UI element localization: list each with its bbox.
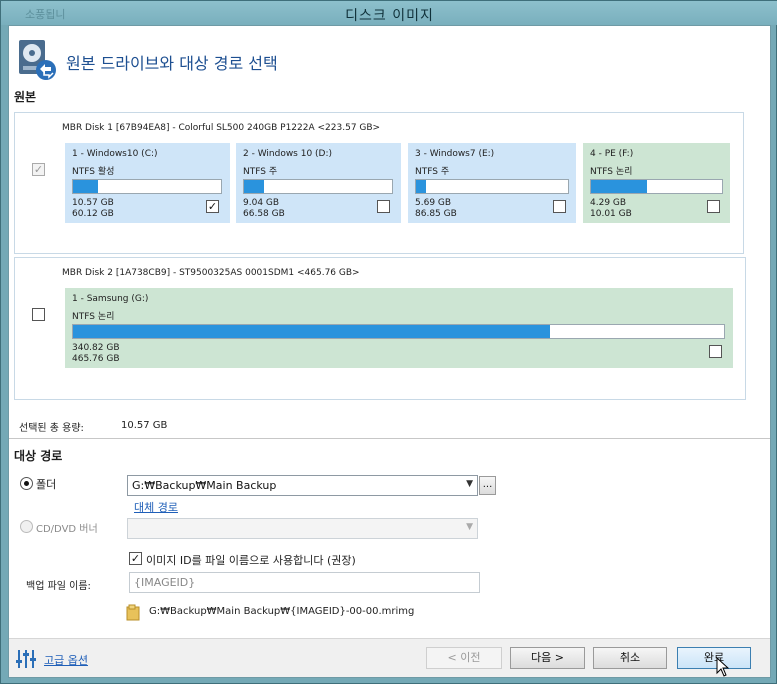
disk-title: MBR Disk 2 [1A738CB9] - ST9500325AS 0001… bbox=[62, 268, 360, 278]
browse-button[interactable]: ... bbox=[479, 476, 496, 495]
partition-name: 3 - Windows7 (E:) bbox=[415, 149, 495, 159]
partition-checkbox[interactable] bbox=[709, 345, 722, 358]
used-size: 5.69 GB bbox=[415, 198, 452, 208]
finish-button[interactable]: 완료 bbox=[677, 647, 751, 669]
used-size: 9.04 GB bbox=[243, 198, 280, 208]
section-divider bbox=[9, 438, 770, 439]
usage-bar-fill bbox=[591, 180, 648, 193]
partition-tile[interactable]: 3 - Windows7 (E:) NTFS 주 5.69 GB 86.85 G… bbox=[408, 143, 576, 223]
partition-tile[interactable]: 1 - Samsung (G:) NTFS 논리 340.82 GB 465.7… bbox=[65, 288, 733, 368]
partition-filesystem: NTFS 활성 bbox=[72, 167, 115, 177]
use-image-id-checkbox[interactable]: ✓ bbox=[129, 552, 142, 565]
usage-bar bbox=[590, 179, 723, 194]
disk-panel: MBR Disk 2 [1A738CB9] - ST9500325AS 0001… bbox=[14, 257, 746, 400]
cddvd-radio[interactable] bbox=[20, 520, 33, 533]
folder-radio-label: 폴더 bbox=[36, 478, 57, 491]
usage-bar-fill bbox=[73, 325, 550, 338]
partition-checkbox[interactable] bbox=[553, 200, 566, 213]
cursor-icon bbox=[716, 656, 730, 677]
partition-name: 4 - PE (F:) bbox=[590, 149, 634, 159]
cancel-button[interactable]: 취소 bbox=[593, 647, 667, 669]
previous-button[interactable]: < 이전 bbox=[426, 647, 502, 669]
disk-panel: MBR Disk 1 [67B94EA8] - Colorful SL500 2… bbox=[14, 112, 744, 254]
partition-checkbox[interactable] bbox=[707, 200, 720, 213]
destination-section-label: 대상 경로 bbox=[14, 449, 63, 463]
chevron-down-icon: ▼ bbox=[466, 522, 473, 532]
disk-checkbox[interactable] bbox=[32, 308, 45, 321]
folder-path-combo[interactable]: G:₩Backup₩Main Backup ▼ bbox=[127, 475, 478, 496]
partition-filesystem: NTFS 주 bbox=[415, 167, 450, 177]
backup-filename-label: 백업 파일 이름: bbox=[26, 581, 91, 592]
partition-name: 1 - Windows10 (C:) bbox=[72, 149, 158, 159]
partition-tile[interactable]: 1 - Windows10 (C:) NTFS 활성 10.57 GB 60.1… bbox=[65, 143, 230, 223]
partition-filesystem: NTFS 논리 bbox=[590, 167, 633, 177]
cddvd-combo[interactable]: ▼ bbox=[127, 518, 478, 539]
folder-icon bbox=[126, 604, 140, 621]
total-size: 465.76 GB bbox=[72, 354, 120, 364]
folder-radio[interactable] bbox=[20, 477, 33, 490]
dialog-footer: 고급 옵션 < 이전 다음 > 취소 완료 bbox=[9, 638, 770, 677]
use-image-id-label: 이미지 ID를 파일 이름으로 사용합니다 (권장) bbox=[146, 554, 356, 567]
backup-filename-input[interactable]: {IMAGEID} bbox=[129, 572, 480, 593]
cddvd-radio-label: CD/DVD 버너 bbox=[36, 524, 98, 535]
dialog-client-area: 원본 드라이브와 대상 경로 선택 원본 MBR Disk 1 [67B94EA… bbox=[8, 25, 771, 678]
total-size: 10.01 GB bbox=[590, 209, 632, 219]
alternate-path-link[interactable]: 대체 경로 bbox=[134, 499, 178, 515]
usage-bar-fill bbox=[244, 180, 264, 193]
next-button[interactable]: 다음 > bbox=[510, 647, 585, 669]
partition-name: 1 - Samsung (G:) bbox=[72, 294, 149, 304]
used-size: 10.57 GB bbox=[72, 198, 114, 208]
selected-size-value: 10.57 GB bbox=[121, 420, 168, 431]
chevron-down-icon: ▼ bbox=[466, 479, 473, 489]
result-file-path: G:₩Backup₩Main Backup₩{IMAGEID}-00-00.mr… bbox=[149, 606, 415, 617]
window-title: 디스크 이미지 bbox=[345, 8, 434, 24]
total-size: 86.85 GB bbox=[415, 209, 457, 219]
partition-tile[interactable]: 2 - Windows 10 (D:) NTFS 주 9.04 GB 66.58… bbox=[236, 143, 401, 223]
usage-bar-fill bbox=[73, 180, 99, 193]
source-section-label: 원본 bbox=[14, 90, 37, 104]
folder-path-value: G:₩Backup₩Main Backup bbox=[132, 479, 277, 492]
partition-filesystem: NTFS 주 bbox=[243, 167, 278, 177]
backup-filename-placeholder: {IMAGEID} bbox=[134, 576, 196, 589]
used-size: 4.29 GB bbox=[590, 198, 627, 208]
partition-checkbox[interactable] bbox=[377, 200, 390, 213]
partition-name: 2 - Windows 10 (D:) bbox=[243, 149, 333, 159]
disk-checkbox[interactable]: ✓ bbox=[32, 163, 45, 176]
selected-size-label: 선택된 총 용량: bbox=[19, 423, 84, 434]
disk-title: MBR Disk 1 [67B94EA8] - Colorful SL500 2… bbox=[62, 123, 381, 133]
partition-checkbox[interactable]: ✓ bbox=[206, 200, 219, 213]
used-size: 340.82 GB bbox=[72, 343, 120, 353]
partition-tile[interactable]: 4 - PE (F:) NTFS 논리 4.29 GB 10.01 GB bbox=[583, 143, 730, 223]
usage-bar bbox=[415, 179, 569, 194]
usage-bar bbox=[72, 179, 222, 194]
usage-bar-fill bbox=[416, 180, 426, 193]
title-bar[interactable]: 소풍됩니 디스크 이미지 bbox=[1, 1, 777, 25]
usage-bar bbox=[243, 179, 393, 194]
usage-bar bbox=[72, 324, 725, 339]
radio-selected-dot bbox=[24, 481, 29, 486]
page-title: 원본 드라이브와 대상 경로 선택 bbox=[66, 54, 278, 73]
disk-image-icon bbox=[17, 38, 57, 82]
total-size: 66.58 GB bbox=[243, 209, 285, 219]
dialog-window: 소풍됩니 디스크 이미지 원본 드라이브와 대상 경로 선택 원본 MBR Di… bbox=[0, 0, 777, 684]
advanced-options-link[interactable]: 고급 옵션 bbox=[44, 652, 88, 668]
advanced-options-icon[interactable] bbox=[15, 648, 37, 670]
total-size: 60.12 GB bbox=[72, 209, 114, 219]
partition-filesystem: NTFS 논리 bbox=[72, 312, 115, 322]
